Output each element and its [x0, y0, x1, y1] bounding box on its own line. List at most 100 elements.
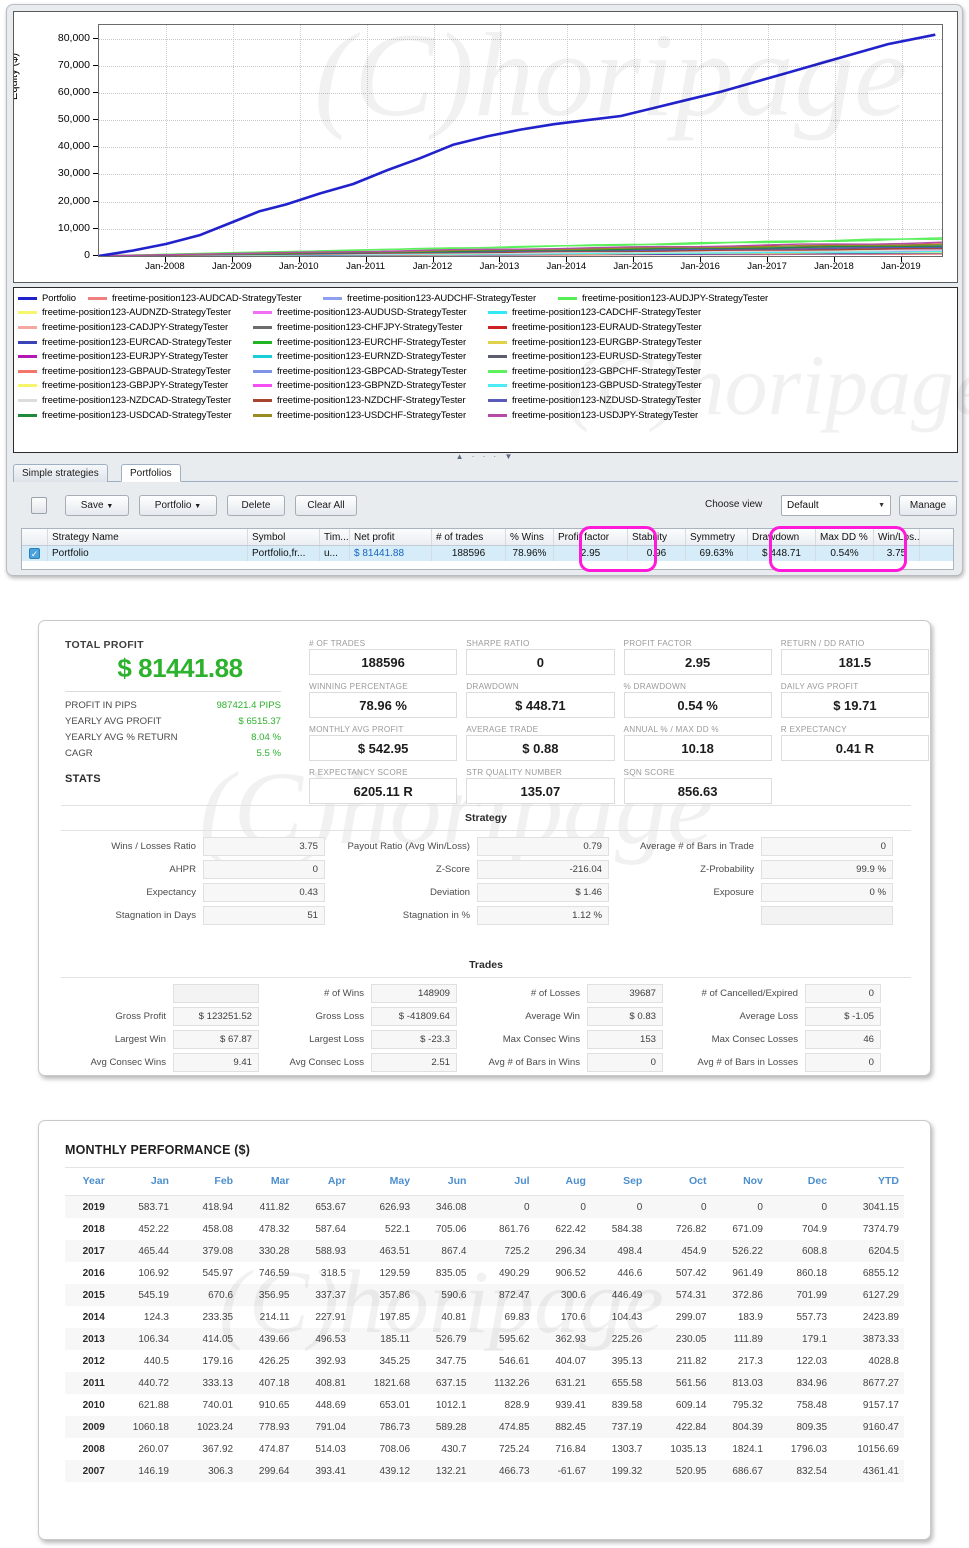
select-all-checkbox[interactable]: [31, 497, 47, 514]
legend-item[interactable]: freetime-position123-NZDCHF-StrategyTest…: [253, 395, 488, 406]
monthly-value-cell: 872.47: [498, 1289, 530, 1301]
legend-item-label: freetime-position123-USDJPY-StrategyTest…: [512, 409, 699, 421]
monthly-column-header[interactable]: YTD: [832, 1167, 904, 1196]
delete-button[interactable]: Delete: [227, 495, 285, 516]
legend-item[interactable]: freetime-position123-EURAUD-StrategyTest…: [488, 322, 723, 333]
chart-x-tick-label: Jan-2013: [479, 261, 520, 272]
legend-item[interactable]: freetime-position123-GBPCHF-StrategyTest…: [488, 366, 723, 377]
legend-item[interactable]: freetime-position123-AUDUSD-StrategyTest…: [253, 307, 488, 318]
legend-item[interactable]: freetime-position123-EURCHF-StrategyTest…: [253, 337, 488, 348]
monthly-column-header[interactable]: Dec: [767, 1167, 833, 1196]
monthly-column-header[interactable]: Year: [65, 1167, 110, 1196]
stat-value: 0 %: [761, 883, 893, 902]
legend-item[interactable]: freetime-position123-EURNZD-StrategyTest…: [253, 351, 488, 362]
legend-item-label: freetime-position123-EURJPY-StrategyTest…: [42, 351, 229, 363]
monthly-value-cell: 828.9: [504, 1399, 530, 1411]
legend-row: Portfolio freetime-position123-AUDCAD-Str…: [18, 291, 953, 306]
monthly-value-cell: 1303.7: [611, 1443, 643, 1455]
legend-item[interactable]: freetime-position123-EURUSD-StrategyTest…: [488, 351, 723, 362]
legend-item[interactable]: freetime-position123-AUDCHF-StrategyTest…: [323, 293, 558, 304]
monthly-value-cell: 299.07: [675, 1311, 707, 1323]
legend-item[interactable]: freetime-position123-GBPNZD-StrategyTest…: [253, 380, 488, 391]
results-grid-header-cell[interactable]: Drawdown: [748, 529, 816, 545]
monthly-value-cell: 520.95: [675, 1465, 707, 1477]
results-grid-header-cell[interactable]: Win/Los...: [874, 529, 920, 545]
results-grid-cell: 78.96%: [506, 546, 554, 561]
legend-item[interactable]: freetime-position123-CADCHF-StrategyTest…: [488, 307, 723, 318]
legend-item[interactable]: freetime-position123-AUDNZD-StrategyTest…: [18, 307, 253, 318]
results-grid-header-cell[interactable]: Strategy Name: [48, 529, 248, 545]
view-select[interactable]: Default ▼: [781, 495, 891, 516]
results-grid-header-cell[interactable]: Profit factor: [554, 529, 628, 545]
legend-item[interactable]: freetime-position123-USDJPY-StrategyTest…: [488, 410, 723, 421]
portfolio-menu-button[interactable]: Portfolio ▼: [139, 495, 217, 516]
monthly-value-cell: 2423.89: [862, 1311, 899, 1323]
legend-item[interactable]: freetime-position123-NZDUSD-StrategyTest…: [488, 395, 723, 406]
legend-item[interactable]: freetime-position123-USDCHF-StrategyTest…: [253, 410, 488, 421]
monthly-value-cell: 346.08: [435, 1201, 467, 1213]
monthly-column-header[interactable]: Feb: [173, 1167, 239, 1196]
monthly-value-cell: 882.45: [555, 1421, 586, 1433]
manage-button[interactable]: Manage: [899, 495, 957, 516]
monthly-value-cell: 7374.79: [862, 1223, 899, 1235]
monthly-value-cell: 705.06: [435, 1223, 467, 1235]
chevron-down-icon: ▼: [878, 502, 885, 509]
save-button[interactable]: Save ▼: [65, 495, 129, 516]
stat-row: Expectancy 0.43 Deviation $ 1.46 Exposure 0 %: [61, 881, 911, 904]
legend-item[interactable]: freetime-position123-CHFJPY-StrategyTest…: [253, 322, 488, 333]
legend-item[interactable]: freetime-position123-EURCAD-StrategyTest…: [18, 337, 253, 348]
legend-scroll-indicator[interactable]: ▲ · · · ▼: [14, 452, 957, 462]
legend-item[interactable]: freetime-position123-CADJPY-StrategyTest…: [18, 322, 253, 333]
results-grid-header-cell[interactable]: Net profit: [350, 529, 432, 545]
monthly-year-cell: 2014: [82, 1311, 105, 1323]
strategy-section: Strategy Wins / Losses Ratio 3.75 Payout R…: [61, 805, 911, 927]
monthly-value-cell: 392.93: [315, 1355, 346, 1367]
results-grid-header-cell[interactable]: Tim...: [320, 529, 350, 545]
monthly-column-header[interactable]: Mar: [238, 1167, 295, 1196]
legend-item-label: freetime-position123-EURUSD-StrategyTest…: [512, 351, 702, 363]
clear-all-button[interactable]: Clear All: [295, 495, 357, 516]
monthly-column-header[interactable]: Aug: [534, 1167, 591, 1196]
legend-item[interactable]: freetime-position123-EURGBP-StrategyTest…: [488, 337, 723, 348]
table-row[interactable]: ✓ Portfolio Portfolio,fr... u... $ 81441.88 1…: [22, 546, 953, 561]
legend-item[interactable]: freetime-position123-GBPJPY-StrategyTest…: [18, 380, 253, 391]
legend-color-swatch: [488, 384, 507, 388]
tab-simple-strategies[interactable]: Simple strategies: [13, 464, 108, 482]
monthly-column-header[interactable]: Jan: [109, 1167, 174, 1196]
results-grid-header-cell[interactable]: Symmetry: [686, 529, 748, 545]
legend-item[interactable]: freetime-position123-AUDJPY-StrategyTest…: [558, 293, 793, 304]
monthly-column-header[interactable]: Jun: [415, 1167, 472, 1196]
legend-item[interactable]: freetime-position123-NZDCAD-StrategyTest…: [18, 395, 253, 406]
legend-item[interactable]: freetime-position123-GBPCAD-StrategyTest…: [253, 366, 488, 377]
chevron-down-icon: ▼: [194, 503, 202, 510]
monthly-column-header[interactable]: Apr: [294, 1167, 351, 1196]
legend-row: freetime-position123-GBPAUD-StrategyTest…: [18, 364, 953, 379]
legend-item-label: freetime-position123-NZDCAD-StrategyTest…: [42, 394, 232, 406]
legend-item[interactable]: freetime-position123-AUDCAD-StrategyTest…: [88, 293, 323, 304]
results-grid-header-cell[interactable]: # of trades: [432, 529, 506, 545]
results-grid-header-cell[interactable]: Symbol: [248, 529, 320, 545]
results-grid-header-cell[interactable]: [22, 529, 48, 545]
legend-item[interactable]: freetime-position123-EURJPY-StrategyTest…: [18, 351, 253, 362]
monthly-column-header[interactable]: May: [350, 1167, 416, 1196]
row-checkbox[interactable]: ✓: [29, 548, 40, 559]
chart-x-tick-label: Jan-2019: [881, 261, 921, 272]
legend-item[interactable]: freetime-position123-USDCAD-StrategyTest…: [18, 410, 253, 421]
results-grid-header-cell[interactable]: Stability: [628, 529, 686, 545]
results-grid-header-cell[interactable]: Max DD %: [816, 529, 874, 545]
legend-color-swatch: [488, 369, 507, 373]
monthly-value-cell: 0: [757, 1201, 763, 1213]
monthly-column-header[interactable]: Oct: [647, 1167, 712, 1196]
monthly-value-cell: 701.99: [796, 1289, 828, 1301]
results-grid: Strategy Name Symbol Tim... Net profit # of …: [21, 528, 954, 570]
legend-item[interactable]: freetime-position123-GBPUSD-StrategyTest…: [488, 380, 723, 391]
tab-portfolios[interactable]: Portfolios: [121, 464, 181, 482]
legend-item[interactable]: freetime-position123-GBPAUD-StrategyTest…: [18, 366, 253, 377]
monthly-column-header[interactable]: Jul: [471, 1167, 535, 1196]
results-grid-cell: u...: [320, 546, 350, 561]
monthly-column-header[interactable]: Sep: [590, 1167, 648, 1196]
monthly-column-header[interactable]: Nov: [711, 1167, 768, 1196]
legend-item[interactable]: Portfolio: [18, 293, 88, 304]
results-grid-header-cell[interactable]: % Wins: [506, 529, 554, 545]
monthly-value-cell: 867.4: [441, 1245, 467, 1257]
